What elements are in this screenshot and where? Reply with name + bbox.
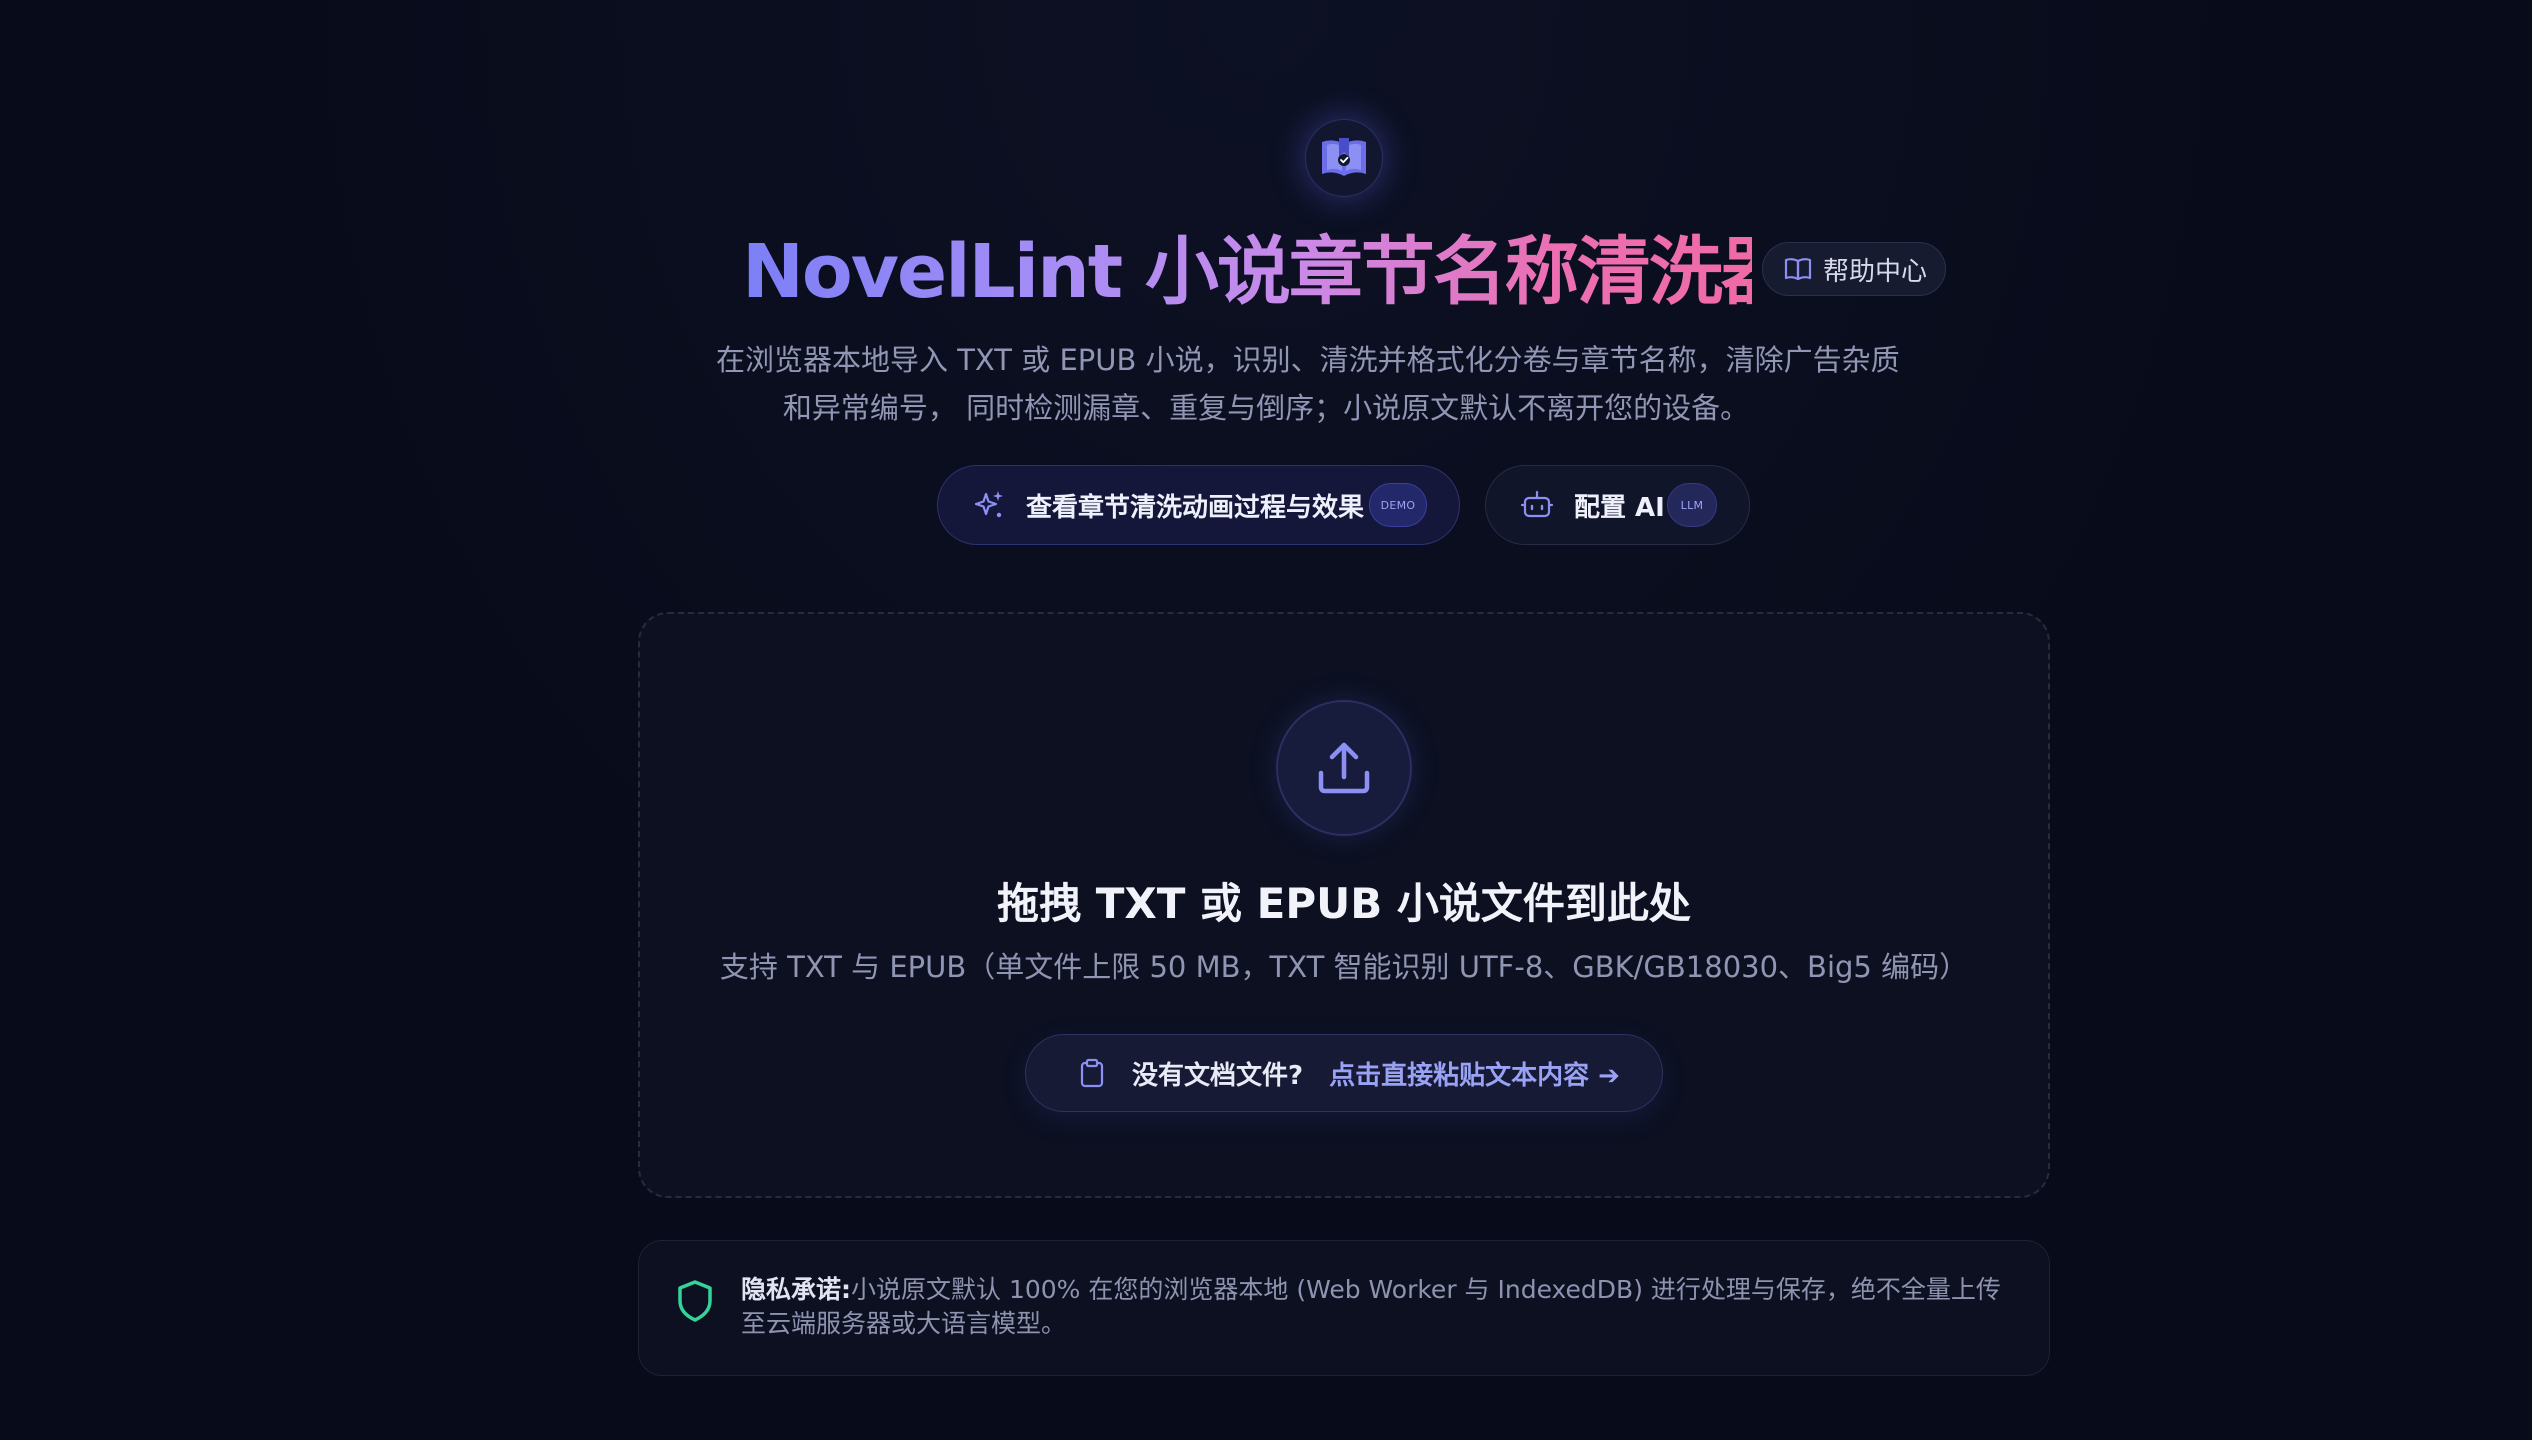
upload-icon xyxy=(1318,742,1370,794)
paste-text-button[interactable]: 没有文档文件? 点击直接粘贴文本内容 ➔ xyxy=(1025,1034,1663,1112)
app-logo xyxy=(1306,120,1382,196)
subtitle-line-2: 和异常编号， 同时检测漏章、重复与倒序；小说原文默认不离开您的设备。 xyxy=(782,391,1750,425)
book-open-icon xyxy=(1784,258,1812,281)
configure-ai-label: 配置 AI xyxy=(1574,492,1665,523)
upload-button[interactable] xyxy=(1276,700,1412,836)
subtitle-line-1: 在浏览器本地导入 TXT 或 EPUB 小说，识别、清洗并格式化分卷与章节名称，… xyxy=(716,343,1900,377)
view-demo-button[interactable]: 查看章节清洗动画过程与效果 DEMO xyxy=(937,465,1460,545)
page-subtitle: 在浏览器本地导入 TXT 或 EPUB 小说，识别、清洗并格式化分卷与章节名称，… xyxy=(716,336,1900,432)
help-center-button[interactable]: 帮助中心 xyxy=(1762,242,1946,296)
page: NovelLint 小说章节名称清洗器 帮助中心 在浏览器本地导入 TXT 或 … xyxy=(0,0,2532,1440)
bot-icon xyxy=(1520,490,1554,518)
clipboard-icon xyxy=(1080,1058,1104,1088)
title-row: NovelLint 小说章节名称清洗器 帮助中心 xyxy=(0,222,2532,322)
sparkles-icon xyxy=(974,491,1003,518)
dropzone-description: 支持 TXT 与 EPUB（单文件上限 50 MB，TXT 智能识别 UTF-8… xyxy=(719,950,1969,984)
privacy-label: 隐私承诺: xyxy=(741,1275,851,1304)
view-demo-label: 查看章节清洗动画过程与效果 xyxy=(1026,492,1365,523)
shield-icon xyxy=(678,1280,712,1322)
help-center-label: 帮助中心 xyxy=(1823,256,1928,287)
privacy-text: 隐私承诺:小说原文默认 100% 在您的浏览器本地 (Web Worker 与 … xyxy=(741,1273,2021,1341)
paste-prompt: 没有文档文件? xyxy=(1132,1060,1304,1091)
demo-badge: DEMO xyxy=(1369,483,1427,527)
configure-ai-button[interactable]: 配置 AI LLM xyxy=(1485,465,1750,545)
file-dropzone[interactable]: 拖拽 TXT 或 EPUB 小说文件到此处 支持 TXT 与 EPUB（单文件上… xyxy=(638,612,2050,1198)
page-title: NovelLint 小说章节名称清洗器 xyxy=(742,222,1795,322)
book-check-icon xyxy=(1322,138,1366,176)
privacy-notice: 隐私承诺:小说原文默认 100% 在您的浏览器本地 (Web Worker 与 … xyxy=(638,1240,2050,1376)
llm-badge: LLM xyxy=(1667,483,1717,527)
dropzone-title: 拖拽 TXT 或 EPUB 小说文件到此处 xyxy=(997,879,1691,928)
privacy-body: 小说原文默认 100% 在您的浏览器本地 (Web Worker 与 Index… xyxy=(741,1275,2001,1338)
paste-link[interactable]: 点击直接粘贴文本内容 ➔ xyxy=(1329,1055,1620,1092)
